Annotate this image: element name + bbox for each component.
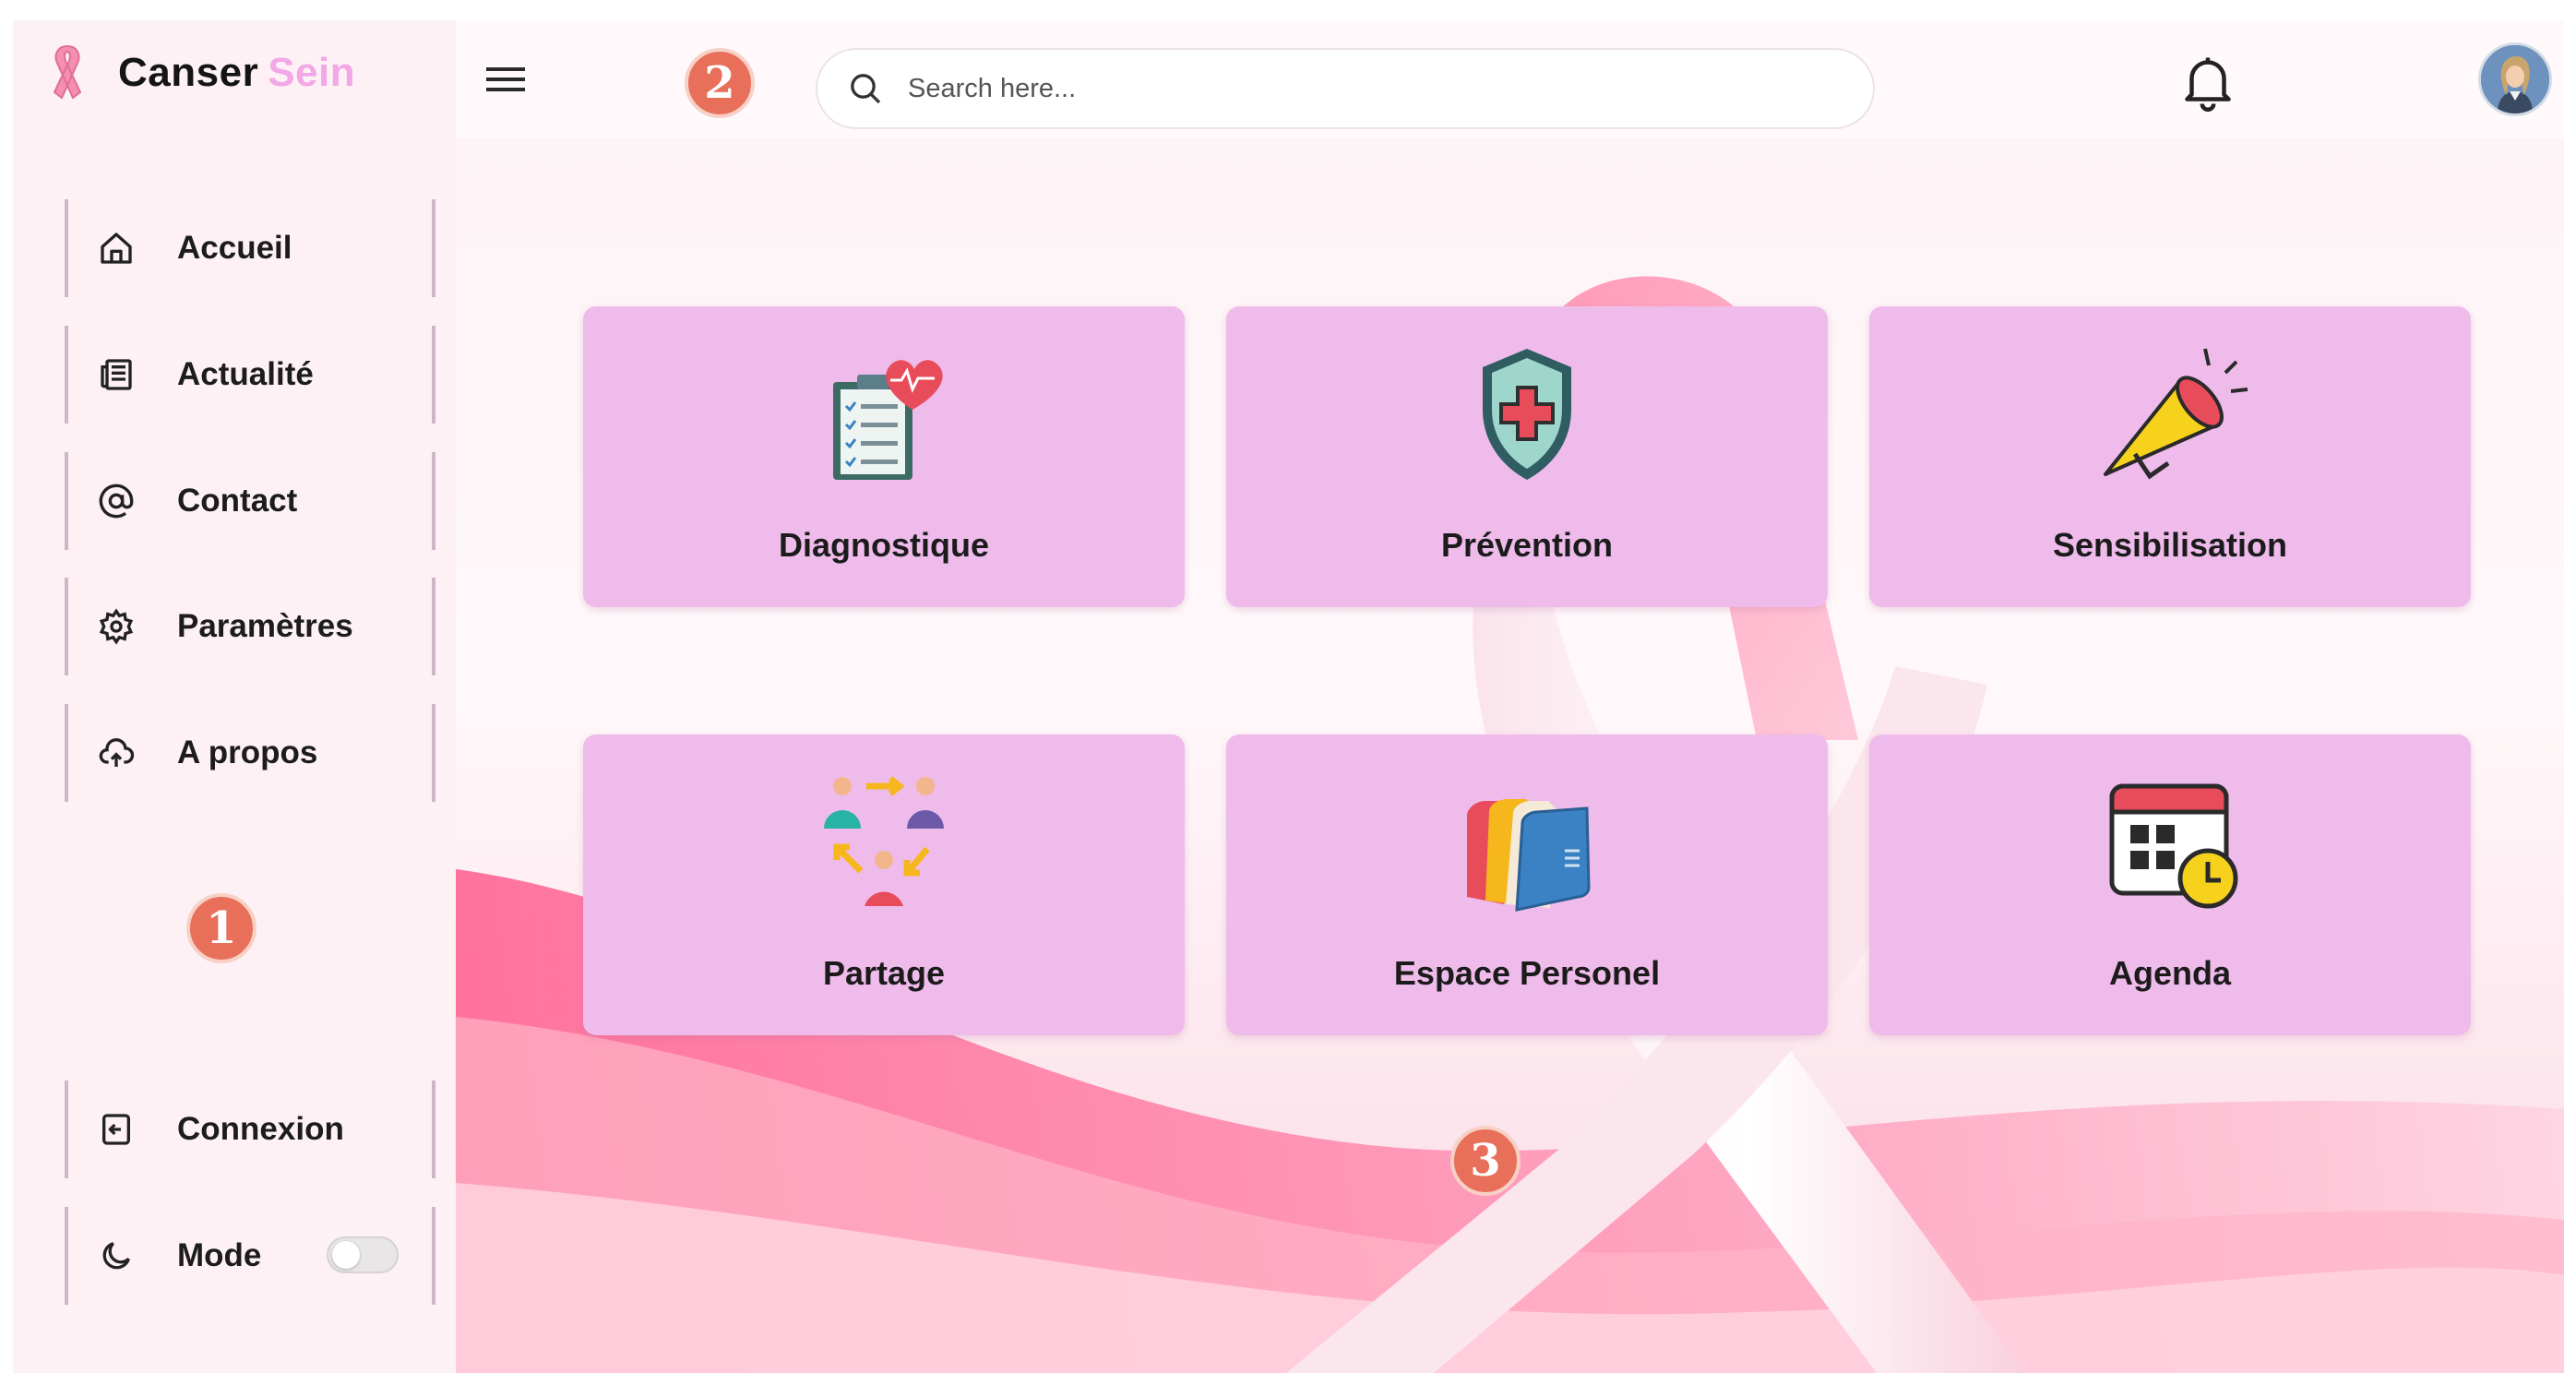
clipboard-heart-icon: [583, 340, 1185, 487]
sidebar-item-label: Mode: [177, 1237, 262, 1273]
sidebar-item-label: A propos: [177, 734, 318, 770]
main-content: 2 Search here... Diagnostique Prévention…: [456, 20, 2564, 1373]
app-frame: Canser Sein Accueil Actualité Contact Par: [13, 20, 2564, 1373]
card-partage[interactable]: Partage: [583, 734, 1185, 1035]
sidebar-item-label: Connexion: [177, 1111, 344, 1147]
megaphone-icon: [1869, 340, 2471, 487]
sidebar-item-label: Accueil: [177, 230, 292, 266]
bell-icon[interactable]: [2174, 46, 2242, 120]
sidebar-item-accueil[interactable]: Accueil: [65, 199, 435, 297]
people-sharing-icon: [583, 768, 1185, 915]
pink-ribbon-icon: [35, 39, 100, 107]
hamburger-menu-icon[interactable]: [482, 59, 530, 100]
cloud-info-icon: [92, 729, 140, 777]
dark-mode-toggle[interactable]: [327, 1236, 399, 1273]
sidebar-item-actualite[interactable]: Actualité: [65, 326, 435, 424]
newspaper-icon: [92, 351, 140, 399]
card-agenda[interactable]: Agenda: [1869, 734, 2471, 1035]
moon-icon: [92, 1232, 140, 1280]
sidebar-item-a-propos[interactable]: A propos: [65, 704, 435, 802]
card-label: Agenda: [2108, 954, 2231, 992]
annotation-marker-2: 2: [685, 48, 755, 118]
brand[interactable]: Canser Sein: [35, 39, 355, 107]
brand-name: Canser Sein: [118, 50, 356, 95]
card-label: Prévention: [1440, 526, 1614, 564]
card-label: Sensibilisation: [2052, 526, 2288, 564]
brand-accent: Sein: [268, 50, 356, 95]
top-bar: 2: [456, 20, 2564, 138]
folders-icon: [1226, 768, 1828, 915]
sidebar-item-label: Actualité: [177, 356, 314, 392]
sidebar-item-connexion[interactable]: Connexion: [65, 1080, 435, 1178]
card-sensibilisation[interactable]: Sensibilisation: [1869, 306, 2471, 607]
gear-icon: [92, 603, 140, 651]
sidebar-item-parametres[interactable]: Paramètres: [65, 578, 435, 675]
login-icon: [92, 1105, 140, 1153]
card-label: Diagnostique: [778, 526, 989, 564]
sidebar-item-mode[interactable]: Mode: [65, 1207, 435, 1305]
sidebar-item-contact[interactable]: Contact: [65, 452, 435, 550]
card-diagnostique[interactable]: Diagnostique: [583, 306, 1185, 607]
toggle-knob: [332, 1241, 360, 1269]
search-input[interactable]: [906, 72, 1740, 105]
card-label: Partage: [822, 954, 946, 992]
sidebar: Canser Sein Accueil Actualité Contact Par: [13, 20, 458, 1373]
calendar-clock-icon: [1869, 768, 2471, 915]
annotation-marker-1: 1: [186, 893, 256, 963]
shield-cross-icon: [1226, 340, 1828, 487]
search-icon: [843, 66, 888, 111]
search-bar[interactable]: [816, 48, 1875, 129]
user-avatar-icon[interactable]: [2478, 42, 2552, 116]
card-label: Espace Personel: [1393, 954, 1661, 992]
home-icon: [92, 224, 140, 272]
card-prevention[interactable]: Prévention: [1226, 306, 1828, 607]
annotation-marker-3: 3: [1450, 1126, 1521, 1196]
sidebar-item-label: Contact: [177, 483, 298, 519]
at-sign-icon: [92, 477, 140, 525]
sidebar-item-label: Paramètres: [177, 608, 353, 644]
card-espace-personel[interactable]: Espace Personel: [1226, 734, 1828, 1035]
